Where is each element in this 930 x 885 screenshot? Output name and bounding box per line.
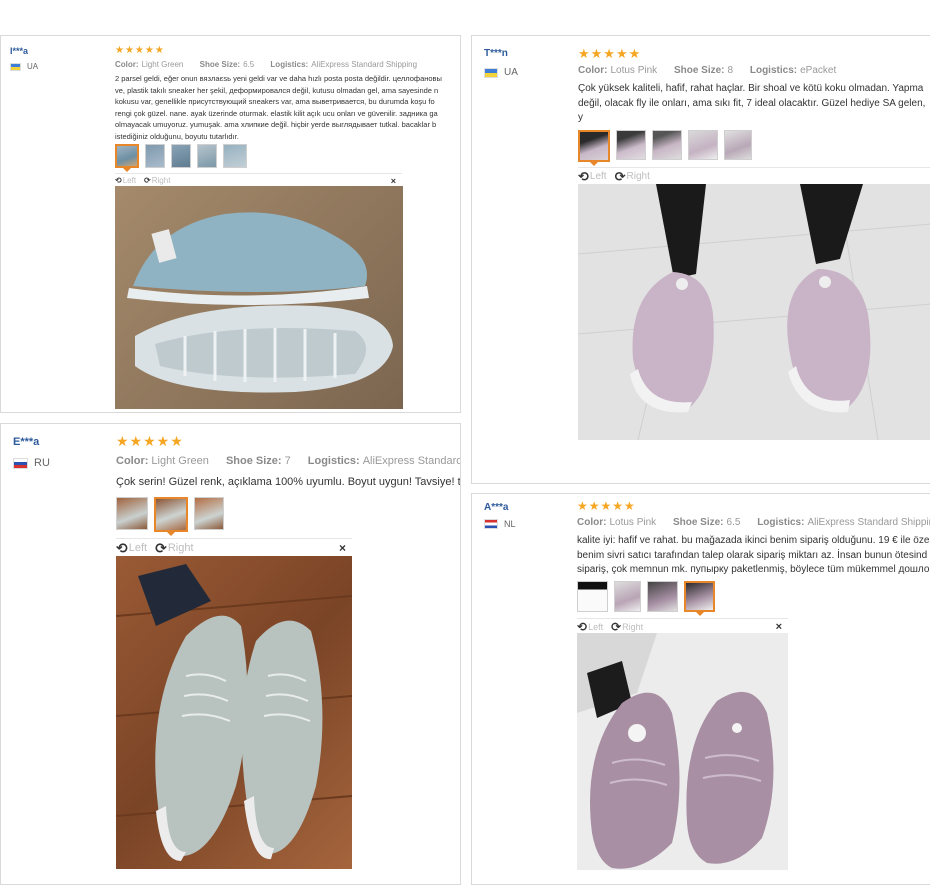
- review-meta: Color: Lotus Pink Shoe Size: 6.5 Logistics…: [577, 517, 930, 528]
- star-rating: ★★★★★: [115, 45, 165, 56]
- reviewer-name[interactable]: T***n: [484, 48, 508, 59]
- review-photo: [578, 184, 930, 440]
- star-rating: ★★★★★: [116, 433, 184, 449]
- country-code: RU: [34, 457, 50, 469]
- logistics-value: AliExpress Standard Shipping: [311, 60, 418, 69]
- rotate-right-button[interactable]: ⟳ Right: [611, 620, 643, 634]
- thumbnail-strip: [116, 497, 230, 536]
- rotate-right-button[interactable]: ⟳ Right: [155, 540, 193, 557]
- rotate-right-icon: ⟳: [614, 168, 626, 184]
- reviewer-name[interactable]: A***a: [484, 502, 508, 513]
- photo-thumbnail[interactable]: [115, 144, 139, 172]
- sneaker-photo-image: [578, 184, 930, 440]
- close-icon[interactable]: ×: [339, 541, 346, 555]
- close-icon[interactable]: ×: [776, 621, 782, 633]
- photo-thumbnail[interactable]: [616, 130, 646, 160]
- photo-thumbnail[interactable]: [194, 497, 224, 530]
- review-meta: Color: Light Green Shoe Size: 7 Logistics:…: [116, 455, 461, 467]
- review-text: kalite iyi: hafif ve rahat. bu mağazada …: [577, 535, 930, 575]
- rotate-left-icon: ⟲: [115, 176, 122, 185]
- review-card: E***a RU ★★★★★ Color: Light Green Shoe Si…: [0, 423, 461, 885]
- review-photo: [115, 186, 403, 409]
- country-code: UA: [504, 67, 518, 78]
- image-viewer-toolbar: ⟲ Left ⟳ Right ×: [577, 618, 788, 634]
- rotate-left-button[interactable]: ⟲ Left: [577, 620, 603, 634]
- reviewer-country: UA: [10, 62, 38, 71]
- size-value: 8: [727, 65, 734, 76]
- rotate-right-icon: ⟳: [155, 539, 167, 556]
- rotate-left-icon: ⟲: [577, 619, 588, 634]
- sneaker-photo-image: [577, 633, 788, 870]
- logistics-value: AliExpress Standard Shipping: [807, 517, 930, 528]
- thumbnail-strip: [115, 144, 253, 172]
- photo-thumbnail[interactable]: [684, 581, 715, 616]
- country-code: UA: [27, 62, 39, 71]
- flag-ua-icon: [10, 62, 21, 71]
- image-viewer-toolbar: ⟲ Left ⟳ Right: [578, 167, 930, 185]
- review-text: 2 parsel geldi, eğer onun вязлаєsь yeni …: [115, 74, 442, 141]
- reviewer-country: RU: [13, 457, 50, 469]
- review-text: Çok yüksek kaliteli, hafif, rahat haçlar…: [578, 83, 926, 123]
- rotate-left-icon: ⟲: [578, 168, 589, 184]
- color-value: Lotus Pink: [610, 65, 658, 76]
- photo-thumbnail[interactable]: [145, 144, 165, 168]
- star-rating: ★★★★★: [577, 499, 636, 513]
- photo-thumbnail[interactable]: [577, 581, 608, 612]
- photo-thumbnail[interactable]: [578, 130, 610, 166]
- size-value: 7: [284, 455, 291, 467]
- photo-thumbnail[interactable]: [652, 130, 682, 160]
- photo-thumbnail[interactable]: [154, 497, 188, 536]
- photo-thumbnail[interactable]: [223, 144, 247, 168]
- reviewer-country: NL: [484, 519, 516, 529]
- photo-thumbnail[interactable]: [647, 581, 678, 612]
- rotate-right-icon: ⟳: [144, 176, 151, 185]
- review-card: A***a NL ★★★★★ Color: Lotus Pink Shoe Siz…: [471, 493, 930, 885]
- close-icon[interactable]: ×: [391, 176, 396, 186]
- size-value: 6.5: [243, 60, 255, 69]
- sneaker-photo-image: [116, 564, 352, 861]
- rotate-right-button[interactable]: ⟳ Right: [144, 176, 170, 185]
- reviewer-name[interactable]: I***a: [10, 46, 28, 56]
- size-value: 6.5: [726, 517, 741, 528]
- photo-thumbnail[interactable]: [614, 581, 641, 612]
- country-code: NL: [504, 519, 516, 529]
- review-photo: [577, 633, 788, 870]
- photo-thumbnail[interactable]: [171, 144, 191, 168]
- image-viewer-toolbar: ⟲ Left ⟳ Right ×: [116, 538, 352, 557]
- rotate-left-button[interactable]: ⟲ Left: [578, 169, 607, 185]
- reviewer-name[interactable]: E***a: [13, 436, 39, 448]
- rotate-right-icon: ⟳: [611, 619, 622, 634]
- flag-nl-icon: [484, 519, 498, 529]
- color-value: Lotus Pink: [609, 517, 657, 528]
- thumbnail-strip: [577, 581, 721, 616]
- logistics-value: ePacket: [800, 65, 837, 76]
- rotate-right-button[interactable]: ⟳ Right: [615, 169, 650, 185]
- reviewer-country: UA: [484, 67, 518, 78]
- review-card: I***a UA ★★★★★ Color: Light Green Shoe Si…: [0, 35, 461, 413]
- review-meta: Color: Lotus Pink Shoe Size: 8 Logistics: e…: [578, 65, 837, 76]
- color-value: Light Green: [151, 455, 209, 467]
- flag-ru-icon: [13, 457, 28, 469]
- review-photo: [116, 556, 352, 869]
- photo-thumbnail[interactable]: [724, 130, 752, 160]
- image-viewer-toolbar: ⟲ Left ⟳ Right ×: [115, 173, 402, 187]
- thumbnail-strip: [578, 130, 758, 166]
- logistics-value: AliExpress Standard Shipping: [362, 455, 461, 467]
- star-rating: ★★★★★: [578, 46, 642, 61]
- review-card: T***n UA ★★★★★ Color: Lotus Pink Shoe Siz…: [471, 35, 930, 484]
- photo-thumbnail[interactable]: [688, 130, 718, 160]
- flag-ua-icon: [484, 67, 498, 78]
- photo-thumbnail[interactable]: [116, 497, 148, 530]
- rotate-left-button[interactable]: ⟲ Left: [115, 176, 136, 185]
- review-meta: Color: Light Green Shoe Size: 6.5 Logistic…: [115, 60, 418, 69]
- sneaker-photo-image: [127, 212, 393, 393]
- rotate-left-button[interactable]: ⟲ Left: [116, 540, 147, 557]
- color-value: Light Green: [141, 60, 184, 69]
- photo-thumbnail[interactable]: [197, 144, 217, 168]
- rotate-left-icon: ⟲: [116, 539, 128, 556]
- review-text: Çok serin! Güzel renk, açıklama 100% uyu…: [116, 476, 460, 488]
